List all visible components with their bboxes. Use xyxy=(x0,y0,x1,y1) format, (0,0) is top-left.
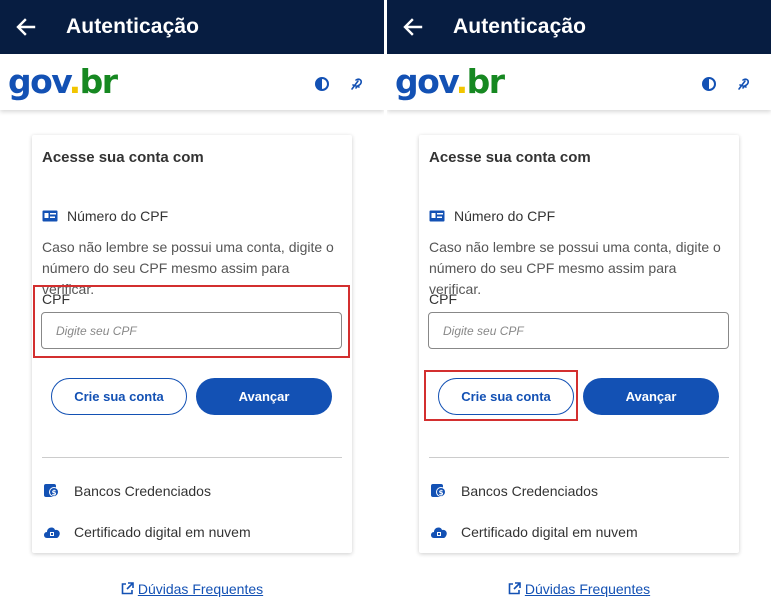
card-title: Acesse sua conta com xyxy=(429,149,591,166)
divider xyxy=(42,457,342,458)
banks-option[interactable]: $ Bancos Credenciados xyxy=(429,482,598,500)
back-button[interactable] xyxy=(2,0,50,54)
cloud-option-label: Certificado digital em nuvem xyxy=(74,524,251,540)
logo-gov: gov xyxy=(395,62,457,101)
logo-dot: . xyxy=(68,62,82,101)
card-title: Acesse sua conta com xyxy=(42,149,204,166)
external-link-icon xyxy=(121,582,134,595)
page-title: Autenticação xyxy=(453,15,587,38)
screen-left: Autenticação gov.br Acesse sua conta com… xyxy=(0,0,384,612)
vlibras-icon[interactable] xyxy=(349,76,365,92)
banks-option-label: Bancos Credenciados xyxy=(74,483,211,499)
banks-option[interactable]: $ Bancos Credenciados xyxy=(42,482,211,500)
bank-icon: $ xyxy=(42,482,62,500)
logo-br: br xyxy=(466,62,505,101)
svg-text:$: $ xyxy=(439,489,444,497)
next-button[interactable]: Avançar xyxy=(583,378,719,415)
screenshot-pair: Autenticação gov.br Acesse sua conta com… xyxy=(0,0,774,612)
faq-link-text: Dúvidas Frequentes xyxy=(524,581,651,597)
top-app-bar: Autenticação xyxy=(387,0,771,54)
cpf-option-label: Número do CPF xyxy=(67,208,169,224)
logo-br: br xyxy=(79,62,118,101)
cpf-input[interactable] xyxy=(41,312,342,349)
cloud-certificate-option[interactable]: Certificado digital em nuvem xyxy=(429,523,638,541)
cloud-certificate-icon xyxy=(429,523,449,541)
page-title: Autenticação xyxy=(66,15,200,38)
cpf-option-label: Número do CPF xyxy=(454,208,556,224)
arrow-left-icon xyxy=(403,18,423,36)
back-button[interactable] xyxy=(389,0,437,54)
govbr-header: gov.br xyxy=(0,54,384,110)
cpf-field-label: CPF xyxy=(429,291,457,307)
contrast-icon[interactable] xyxy=(314,76,330,92)
logo-dot: . xyxy=(455,62,469,101)
cpf-option: Número do CPF xyxy=(429,208,555,224)
screen-right: Autenticação gov.br Acesse sua conta com… xyxy=(387,0,771,612)
contrast-icon[interactable] xyxy=(701,76,717,92)
govbr-header: gov.br xyxy=(387,54,771,110)
cpf-hint-text: Caso não lembre se possui uma conta, dig… xyxy=(42,239,334,297)
cpf-input[interactable] xyxy=(428,312,729,349)
id-card-icon xyxy=(429,209,445,223)
faq-link[interactable]: Dúvidas Frequentes xyxy=(387,581,771,597)
bank-icon: $ xyxy=(429,482,449,500)
cpf-field-label: CPF xyxy=(42,291,70,307)
login-card: Acesse sua conta com Número do CPF Caso … xyxy=(419,135,739,553)
cpf-hint-text: Caso não lembre se possui uma conta, dig… xyxy=(429,239,721,297)
cloud-certificate-icon xyxy=(42,523,62,541)
login-card: Acesse sua conta com Número do CPF Caso … xyxy=(32,135,352,553)
external-link-icon xyxy=(508,582,521,595)
cloud-certificate-option[interactable]: Certificado digital em nuvem xyxy=(42,523,251,541)
cloud-option-label: Certificado digital em nuvem xyxy=(461,524,638,540)
arrow-left-icon xyxy=(16,18,36,36)
top-app-bar: Autenticação xyxy=(0,0,384,54)
create-account-button[interactable]: Crie sua conta xyxy=(51,378,187,415)
svg-text:$: $ xyxy=(52,489,57,497)
govbr-logo[interactable]: gov.br xyxy=(8,62,118,102)
vlibras-icon[interactable] xyxy=(736,76,752,92)
faq-link-text: Dúvidas Frequentes xyxy=(137,581,264,597)
logo-gov: gov xyxy=(8,62,70,101)
cpf-option: Número do CPF xyxy=(42,208,168,224)
divider xyxy=(429,457,729,458)
faq-link[interactable]: Dúvidas Frequentes xyxy=(0,581,384,597)
banks-option-label: Bancos Credenciados xyxy=(461,483,598,499)
govbr-logo[interactable]: gov.br xyxy=(395,62,505,102)
next-button[interactable]: Avançar xyxy=(196,378,332,415)
id-card-icon xyxy=(42,209,58,223)
create-account-button[interactable]: Crie sua conta xyxy=(438,378,574,415)
